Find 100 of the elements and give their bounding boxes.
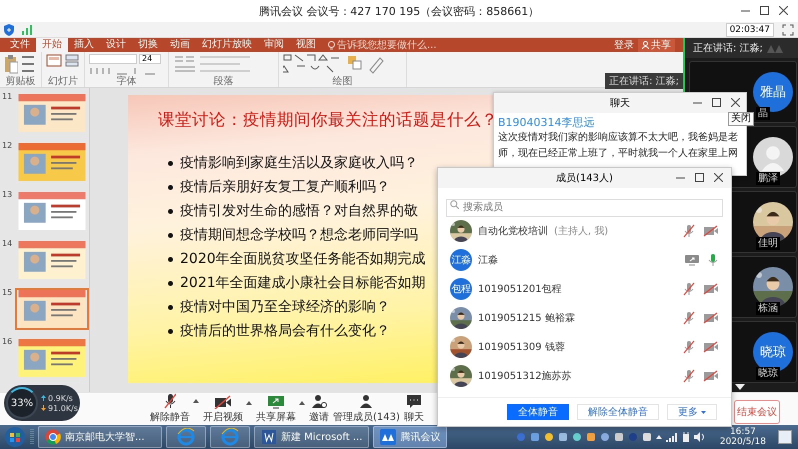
ribbon-tab[interactable]: 切换 bbox=[132, 38, 164, 52]
bullet-text: 疫情期间想念学校吗？想念老师同学吗 bbox=[180, 226, 418, 244]
footer-button[interactable]: 解除全体静音 bbox=[577, 404, 659, 420]
ribbon-tab[interactable]: 幻灯片放映 bbox=[196, 38, 258, 52]
slide-number: 15 bbox=[2, 288, 12, 297]
ribbon-group-label: 剪贴板 bbox=[4, 76, 36, 87]
member-name: 1019051312施苏苏 bbox=[478, 370, 572, 382]
ie-icon bbox=[177, 428, 195, 446]
upload-arrow-icon bbox=[41, 395, 46, 401]
ribbon-tab[interactable]: 设计 bbox=[100, 38, 132, 52]
message-sender: B19040314李思远 bbox=[498, 115, 595, 130]
network-gauge: 33% bbox=[6, 387, 38, 419]
toolbar-button[interactable]: 聊天 bbox=[404, 394, 424, 426]
login-link[interactable]: 登录 bbox=[610, 38, 638, 52]
bullet-dot bbox=[168, 328, 173, 334]
caret-icon[interactable] bbox=[193, 399, 199, 403]
ribbon-group-label: 段落 bbox=[212, 76, 234, 87]
ribbon-group-label: 绘图 bbox=[332, 76, 354, 87]
share-button[interactable]: 共享 bbox=[638, 38, 675, 52]
member-name: 江淼 bbox=[478, 254, 498, 266]
member-name: 自动化党校培训 bbox=[478, 224, 548, 238]
tray-icon[interactable] bbox=[544, 432, 554, 442]
ribbon-tab[interactable]: 审阅 bbox=[258, 38, 290, 52]
upload-rate: 0.9K/s bbox=[48, 394, 73, 402]
meeting-app-icon bbox=[380, 429, 396, 446]
search-field[interactable]: 搜索成员 bbox=[446, 198, 723, 216]
taskbar-button[interactable]: 新建 Microsoft ... bbox=[254, 426, 370, 448]
slide-thumbnail[interactable] bbox=[15, 288, 89, 330]
tray-icon[interactable] bbox=[558, 432, 568, 442]
fullscreen-icon[interactable] bbox=[782, 24, 794, 36]
close-icon[interactable] bbox=[731, 98, 740, 107]
caret-icon[interactable] bbox=[246, 401, 252, 405]
bullet-dot bbox=[168, 184, 173, 190]
slide-number: 16 bbox=[2, 337, 12, 346]
slide-number: 13 bbox=[2, 190, 12, 199]
close-icon[interactable] bbox=[714, 173, 723, 182]
footer-button[interactable]: 全体静音 bbox=[507, 404, 569, 420]
list-icon[interactable] bbox=[173, 54, 195, 74]
more-dropdown-button[interactable]: 更多 bbox=[667, 404, 717, 420]
start-button[interactable] bbox=[4, 426, 26, 448]
ribbon-search-hint[interactable]: 告诉我您想要做什么... bbox=[337, 38, 437, 52]
tray-icon[interactable] bbox=[572, 432, 582, 442]
network-status-icon[interactable] bbox=[666, 432, 678, 442]
tray-icon[interactable] bbox=[530, 432, 540, 442]
bullet-text: 疫情后亲朋好友复工复产顺利吗？ bbox=[180, 178, 390, 196]
ribbon-tab[interactable]: 开始 bbox=[36, 38, 68, 52]
end-meeting-button[interactable]: 结束会议 bbox=[734, 400, 780, 424]
camera-off-icon bbox=[214, 395, 232, 409]
clock-date: 2020/5/18 bbox=[720, 437, 766, 448]
taskbar-button[interactable] bbox=[166, 426, 206, 448]
tray-icon[interactable] bbox=[642, 432, 652, 442]
participant-name: 栋涵 bbox=[756, 302, 780, 315]
participant-name: 鹏泽 bbox=[756, 172, 780, 185]
lightbulb-icon bbox=[328, 40, 335, 50]
clock[interactable]: 16:57 2020/5/18 bbox=[720, 427, 766, 448]
ribbon-tab[interactable]: 文件 bbox=[4, 38, 36, 52]
font-name-field[interactable] bbox=[89, 54, 137, 64]
tray-icon[interactable] bbox=[600, 432, 610, 442]
close-tooltip: 关闭 bbox=[728, 112, 754, 126]
members-icon bbox=[358, 394, 374, 409]
avatar: 包程 bbox=[450, 278, 472, 300]
member-role: (主持人, 我) bbox=[554, 224, 608, 238]
ribbon-tab[interactable]: 视图 bbox=[290, 38, 322, 52]
ribbon-tab[interactable]: 动画 bbox=[164, 38, 196, 52]
font-size-field[interactable]: 24 bbox=[139, 54, 161, 64]
ribbon-tab[interactable]: 插入 bbox=[68, 38, 100, 52]
maximize-icon[interactable] bbox=[760, 6, 769, 15]
power-icon[interactable] bbox=[682, 432, 690, 442]
taskbar-button[interactable]: 腾讯会议 bbox=[373, 426, 448, 448]
close-icon[interactable] bbox=[779, 6, 788, 15]
maximize-icon[interactable] bbox=[695, 173, 704, 182]
toolbar-button[interactable]: 共享屏幕 bbox=[256, 395, 296, 426]
message-text: 这次疫情对我们家的影响应该算不太大吧，我爸妈是老师，现在已经正常上班了，平时就我一个人在家里上网 bbox=[498, 130, 739, 161]
clipboard-tools-icon[interactable] bbox=[21, 54, 37, 74]
taskbar-button[interactable] bbox=[210, 426, 250, 448]
slide-number: 14 bbox=[2, 239, 12, 248]
slide-title: 课堂讨论：疫情期间你最关注的话题是什么？ bbox=[158, 109, 498, 131]
caret-icon[interactable] bbox=[299, 401, 305, 405]
toolbar-button[interactable]: 邀请 bbox=[309, 394, 329, 426]
show-hidden-icon[interactable] bbox=[656, 435, 662, 440]
share-screen-icon bbox=[267, 395, 285, 409]
speaking-header: 正在讲话: 江淼; bbox=[685, 38, 798, 58]
microphone-muted-icon bbox=[164, 393, 176, 409]
person-icon bbox=[642, 41, 649, 49]
clock-time: 16:57 bbox=[730, 427, 756, 438]
bullet-text: 2021年全面建成小康社会目标能否如期 bbox=[180, 274, 426, 292]
participant-name: 佳明 bbox=[756, 237, 780, 250]
tray-icon[interactable] bbox=[586, 432, 596, 442]
avatar: 江淼 bbox=[450, 248, 472, 270]
maximize-icon[interactable] bbox=[712, 98, 721, 107]
bullet-text: 疫情后的世界格局会有什么变化？ bbox=[180, 322, 390, 340]
volume-icon[interactable] bbox=[694, 432, 706, 442]
members-window-title: 成员(143人) bbox=[556, 172, 613, 185]
paste-icon[interactable] bbox=[4, 54, 18, 74]
show-desktop-button[interactable] bbox=[778, 430, 792, 444]
meeting-logo-icon bbox=[766, 44, 785, 52]
taskbar-button[interactable]: 南京邮电大学智... bbox=[38, 426, 162, 448]
bullet-dot bbox=[168, 208, 173, 214]
toolbar-button[interactable]: 管理成员(143) bbox=[333, 394, 400, 426]
tray-icon[interactable] bbox=[614, 432, 624, 442]
